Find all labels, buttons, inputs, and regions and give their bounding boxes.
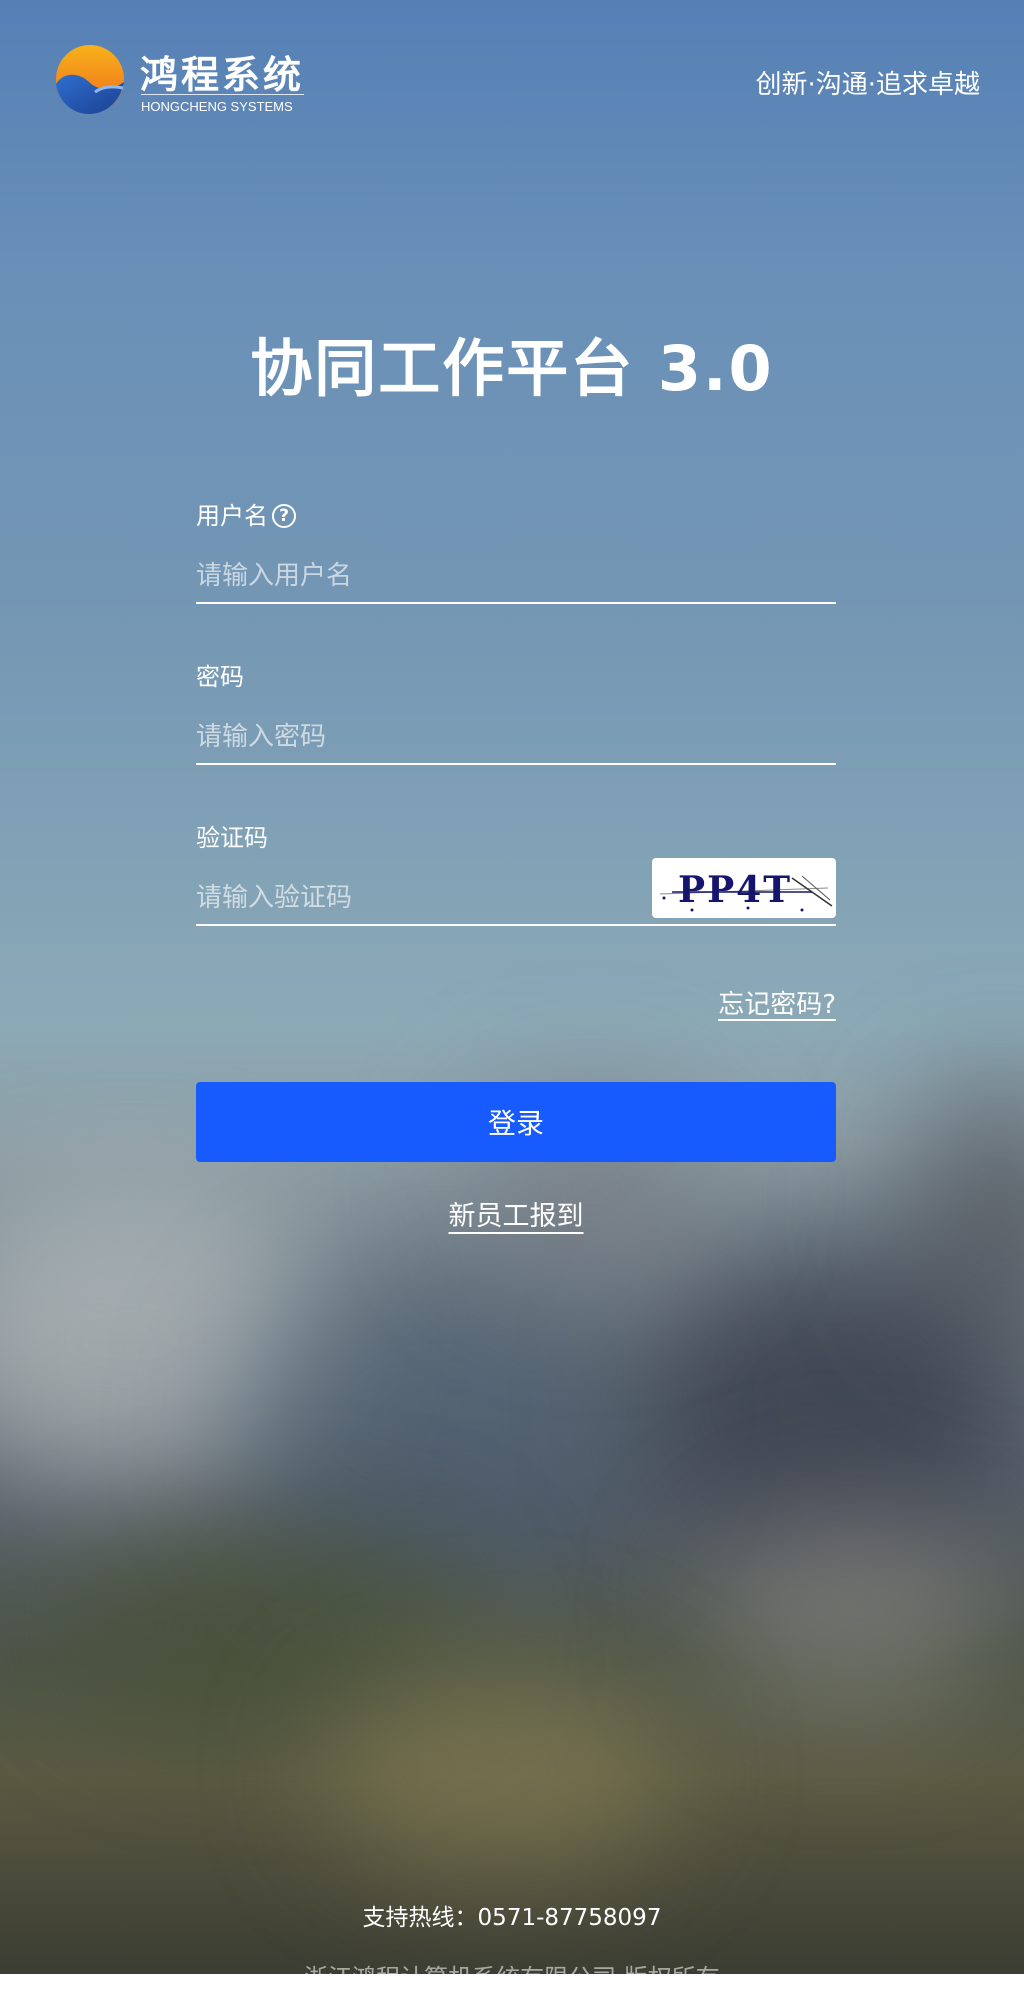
- hongcheng-logo: [56, 45, 124, 114]
- username-field: 用户名 ?: [196, 500, 836, 604]
- register-row: 新员工报到: [196, 1194, 836, 1233]
- header: 鸿程系统 HONGCHENG SYSTEMS 创新·沟通·追求卓越: [0, 0, 1024, 160]
- captcha-input-row: PP4T: [196, 858, 836, 926]
- support-hotline: 支持热线：0571-87758097: [362, 1905, 662, 1931]
- username-input-row: [196, 554, 836, 604]
- page-background: [0, 0, 1024, 1974]
- page-title: 协同工作平台 3.0: [250, 332, 774, 405]
- question-circle-icon[interactable]: ?: [272, 504, 296, 528]
- password-field: 密码: [196, 661, 836, 765]
- username-input[interactable]: [196, 554, 836, 598]
- captcha-input[interactable]: [196, 876, 646, 920]
- slogan: 创新·沟通·追求卓越: [755, 70, 980, 100]
- password-input[interactable]: [196, 715, 836, 759]
- captcha-label: 验证码: [196, 824, 268, 852]
- copyright: 浙江鸿程计算机系统有限公司 版权所有: [304, 1964, 720, 1992]
- username-label-row: 用户名 ?: [196, 500, 836, 532]
- captcha-image[interactable]: PP4T: [652, 858, 836, 918]
- captcha-text: PP4T: [678, 869, 792, 911]
- password-label: 密码: [196, 663, 244, 691]
- brand-subtitle: HONGCHENG SYSTEMS: [141, 94, 304, 114]
- brand-name: 鸿程系统: [140, 53, 305, 97]
- username-label: 用户名: [196, 502, 268, 530]
- new-employee-register-link[interactable]: 新员工报到: [449, 1201, 584, 1232]
- login-button[interactable]: 登录: [196, 1082, 836, 1162]
- captcha-field: 验证码 PP4T: [196, 822, 836, 926]
- password-input-row: [196, 715, 836, 765]
- forgot-password-link[interactable]: 忘记密码?: [718, 984, 836, 1021]
